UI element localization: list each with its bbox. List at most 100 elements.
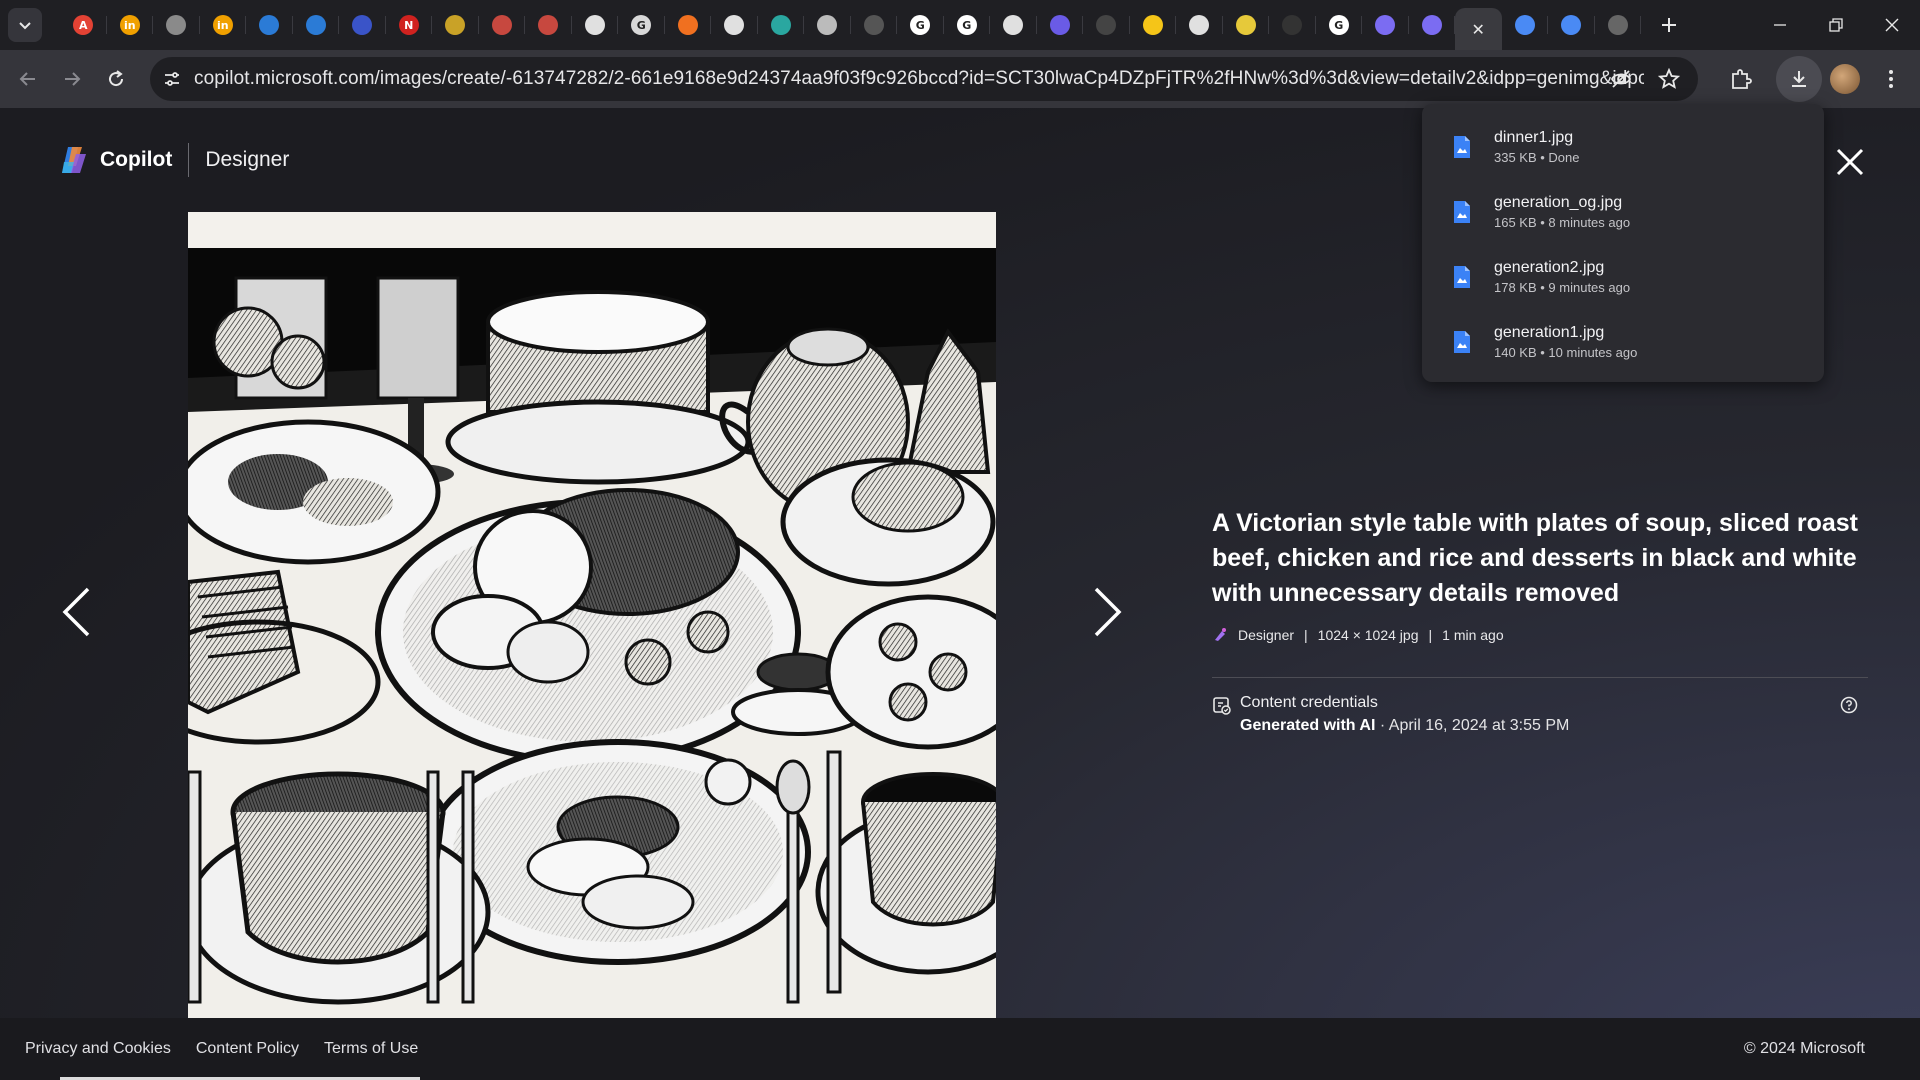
browser-tab[interactable] (1269, 0, 1316, 50)
new-tab-button[interactable] (1651, 7, 1687, 43)
browser-tab[interactable]: A (60, 0, 107, 50)
restore-button[interactable] (1808, 0, 1864, 50)
browser-tab[interactable] (851, 0, 898, 50)
browser-tab[interactable] (1502, 0, 1549, 50)
browser-tab[interactable] (293, 0, 340, 50)
close-viewer-button[interactable] (1830, 142, 1870, 182)
invision-icon: in (212, 15, 233, 35)
content-policy-link[interactable]: Content Policy (196, 1040, 299, 1058)
next-image-button[interactable] (1078, 572, 1138, 652)
download-item[interactable]: generation2.jpg 178 KB • 9 minutes ago (1422, 244, 1824, 309)
menu-button[interactable] (1868, 56, 1914, 102)
browser-tab[interactable]: G (618, 0, 665, 50)
download-name: generation_og.jpg (1494, 193, 1623, 211)
browser-tab[interactable] (1595, 0, 1642, 50)
close-window-button[interactable] (1864, 0, 1920, 50)
designer-icon (1215, 628, 1226, 641)
download-item[interactable]: generation1.jpg 140 KB • 10 minutes ago (1422, 309, 1824, 374)
puzzle-icon (1732, 69, 1752, 89)
netflix-icon: N (398, 15, 419, 35)
address-bar[interactable]: copilot.microsoft.com/images/create/-613… (150, 57, 1698, 101)
image-age: 1 min ago (1442, 627, 1504, 643)
arrow-left-icon (19, 72, 35, 86)
browser-tab[interactable]: in (200, 0, 247, 50)
browser-tab[interactable] (758, 0, 805, 50)
minimize-button[interactable] (1752, 0, 1808, 50)
eye-off-icon (1610, 70, 1632, 88)
adobe-acrobat-icon: A (73, 15, 94, 35)
browser-tab[interactable]: G (1316, 0, 1363, 50)
download-status: 165 KB • 8 minutes ago (1494, 214, 1631, 230)
browser-tab[interactable] (990, 0, 1037, 50)
globe-icon (166, 15, 187, 35)
terms-link[interactable]: Terms of Use (324, 1040, 418, 1058)
chevron-left-icon (62, 587, 90, 637)
minimize-icon (1774, 24, 1786, 26)
previous-image-button[interactable] (46, 572, 106, 652)
bookmark-button[interactable] (1646, 56, 1692, 102)
download-name: dinner1.jpg (1494, 128, 1574, 146)
browser-tab[interactable] (339, 0, 386, 50)
profile-button[interactable] (1822, 56, 1868, 102)
browser-tab[interactable] (1223, 0, 1270, 50)
browser-tab[interactable] (1409, 0, 1456, 50)
browser-tab[interactable] (1083, 0, 1130, 50)
downloads-button[interactable] (1776, 56, 1822, 102)
generated-image[interactable] (188, 212, 996, 1020)
forward-button[interactable] (52, 59, 92, 99)
download-item[interactable]: dinner1.jpg 335 KB • Done (1422, 114, 1824, 179)
browser-tab[interactable]: N (386, 0, 433, 50)
download-item[interactable]: generation_og.jpg 165 KB • 8 minutes ago (1422, 179, 1824, 244)
reload-icon (109, 70, 124, 87)
browser-tab[interactable] (525, 0, 572, 50)
credentials-generated: Generated with AI (1240, 717, 1376, 734)
browser-tab[interactable] (665, 0, 712, 50)
download-name: generation1.jpg (1494, 323, 1605, 341)
blank-tab-icon (1282, 15, 1303, 35)
tab-search-button[interactable] (8, 8, 42, 42)
image-prompt: A Victorian style table with plates of s… (1212, 509, 1858, 607)
product-name: Designer (205, 148, 290, 171)
loading-icon (1607, 15, 1628, 35)
browser-tab[interactable] (1130, 0, 1177, 50)
tracking-protection-button[interactable] (1598, 56, 1644, 102)
imdb-icon (1142, 15, 1163, 35)
copilot-icon (1375, 15, 1396, 35)
compass-icon (1049, 15, 1070, 35)
browser-tab[interactable]: G (897, 0, 944, 50)
text-icon (1096, 15, 1117, 35)
content-credentials: Content credentials Generated with AI · … (1212, 694, 1868, 735)
browser-tab[interactable] (804, 0, 851, 50)
browser-tab[interactable] (246, 0, 293, 50)
browser-tab[interactable] (432, 0, 479, 50)
browser-tab[interactable]: ✕ (1455, 8, 1502, 50)
browser-tab[interactable]: in (107, 0, 154, 50)
browser-tab[interactable] (479, 0, 526, 50)
browser-tab[interactable] (572, 0, 619, 50)
extensions-button[interactable] (1718, 56, 1764, 102)
browser-tab[interactable] (1362, 0, 1409, 50)
python-icon (259, 15, 280, 35)
privacy-link[interactable]: Privacy and Cookies (25, 1040, 171, 1058)
site-info-button[interactable] (150, 57, 194, 101)
reload-button[interactable] (96, 59, 136, 99)
credentials-help-button[interactable] (1840, 696, 1858, 719)
browser-tab[interactable] (711, 0, 758, 50)
dots-icon (817, 15, 838, 35)
download-name: generation2.jpg (1494, 258, 1605, 276)
brand[interactable]: Copilot Designer (58, 143, 289, 177)
browser-tab[interactable] (1037, 0, 1084, 50)
browser-tab[interactable]: G (944, 0, 991, 50)
meta-separator: | (1428, 627, 1433, 643)
target-icon (445, 15, 466, 35)
url-text[interactable]: copilot.microsoft.com/images/create/-613… (194, 68, 1644, 90)
google-icon: G (1328, 15, 1349, 35)
bar-icon (1235, 15, 1256, 35)
plus-icon (1662, 18, 1676, 32)
browser-tab[interactable] (1176, 0, 1223, 50)
back-button[interactable] (8, 59, 48, 99)
tab-strip: Ain in N G G G G ✕ (0, 0, 1920, 50)
browser-tab[interactable] (153, 0, 200, 50)
browser-tab[interactable] (1548, 0, 1595, 50)
image-file-icon (1454, 330, 1470, 353)
